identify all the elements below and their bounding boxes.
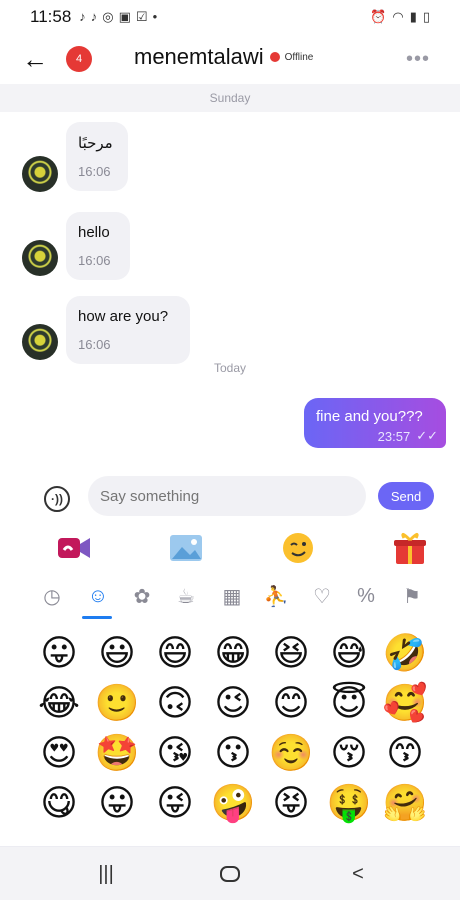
ellipsis-icon[interactable]: ••• — [406, 48, 430, 71]
recent-apps-icon[interactable]: ||| — [88, 859, 124, 889]
day-separator-sunday: Sunday — [209, 91, 251, 105]
avatar[interactable] — [22, 240, 58, 276]
message-bubble-incoming[interactable]: hello 16:06 — [66, 212, 130, 280]
day-separator-today: Today — [213, 361, 247, 375]
message-input[interactable] — [88, 476, 366, 516]
emoji-row: 😂 🙂 🙃 😉 😊 😇 🥰 — [0, 680, 460, 730]
emoji-key[interactable]: 😊 — [268, 680, 314, 726]
alarm-icon: ⏰ — [370, 9, 387, 24]
emoji-key[interactable]: 😋 — [36, 780, 82, 826]
home-icon[interactable] — [212, 859, 248, 889]
symbols-icon[interactable]: % — [352, 582, 380, 610]
emoji-category-bar: ◷ ☺ ✿ ☕ ▦ ⛹ ♡ % ⚑ — [0, 572, 460, 619]
gift-icon[interactable] — [390, 528, 430, 568]
contact-name: menemtalawi — [134, 44, 264, 69]
message-bubble-incoming[interactable]: مرحبًا 16:06 — [66, 122, 128, 191]
emoji-key[interactable]: 😂 — [36, 680, 82, 726]
gallery-icon: ▣ — [118, 9, 131, 24]
arrow-left-icon[interactable]: ← — [22, 44, 52, 75]
emoji-key[interactable]: 😛 — [36, 630, 82, 676]
message-time: 16:06 — [78, 164, 111, 179]
notification-icons: ♪ ♪ ◎ ▣ ☑ • — [79, 9, 157, 25]
food-icon[interactable]: ☕ — [172, 582, 200, 610]
emoji-grid[interactable]: 😛 😃 😄 😁 😆 😅 🤣 😂 🙂 🙃 😉 😊 😇 🥰 😍 🤩 😘 😗 ☺️ 😚… — [0, 630, 460, 840]
message-time: 16:06 — [78, 337, 111, 352]
emoji-key[interactable]: ☺️ — [268, 730, 314, 776]
voice-icon[interactable]: ·)) — [44, 486, 70, 512]
building-icon[interactable]: ▦ — [218, 582, 246, 610]
message-list[interactable]: Sunday مرحبًا 16:06 hello 16:06 how are … — [0, 84, 460, 460]
flag-icon[interactable]: ⚑ — [398, 582, 426, 610]
video-call-icon[interactable] — [54, 528, 94, 568]
recent-icon[interactable]: ◷ — [38, 582, 66, 610]
emoji-row: 😛 😃 😄 😁 😆 😅 🤣 — [0, 630, 460, 680]
emoji-key[interactable]: 🙃 — [152, 680, 198, 726]
wifi-icon: ◠ — [392, 9, 404, 24]
emoji-key[interactable]: 😃 — [94, 630, 140, 676]
emoji-key[interactable]: 😉 — [210, 680, 256, 726]
image-icon[interactable] — [166, 528, 206, 568]
emoji-key[interactable]: 😇 — [326, 680, 372, 726]
instagram-icon: ◎ — [102, 9, 114, 24]
system-nav-bar: ||| < — [0, 846, 460, 900]
message-bubble-outgoing[interactable]: fine and you??? 23:57 ✓✓ — [304, 398, 446, 448]
attachment-toolbar — [0, 528, 460, 568]
battery-icon: ▯ — [422, 9, 430, 24]
offline-dot-icon — [269, 52, 280, 62]
tiktok-icon: ♪ — [90, 9, 98, 24]
emoji-icon[interactable] — [278, 528, 318, 568]
status-time: 11:58 — [30, 7, 72, 26]
double-check-icon: ✓✓ — [416, 428, 438, 443]
emoji-key[interactable]: 😄 — [152, 630, 198, 676]
message-text: مرحبًا — [78, 135, 113, 152]
activity-icon[interactable]: ⛹ — [262, 582, 290, 610]
status-bar: 11:58 ♪ ♪ ◎ ▣ ☑ • ⏰ ◠ ▮ ▯ — [0, 0, 460, 34]
contact-info[interactable]: menemtalawi Offline — [134, 44, 313, 70]
signal-icon: ▮ — [409, 9, 417, 24]
message-time: 23:57 — [377, 428, 411, 444]
emoji-key[interactable]: 🙂 — [94, 680, 140, 726]
composer: ·)) Send ◷ ☺ ✿ ☕ ▦ ⛹ ♡ % ⚑ — [0, 460, 460, 630]
emoji-key[interactable]: 😍 — [36, 730, 82, 776]
message-time: 16:06 — [78, 253, 111, 268]
emoji-row: 😍 🤩 😘 😗 ☺️ 😚 😙 — [0, 730, 460, 780]
message-text: fine and you??? — [316, 408, 423, 425]
emoji-key[interactable]: 😁 — [210, 630, 256, 676]
emoji-key[interactable]: 🥰 — [382, 680, 428, 726]
send-button[interactable]: Send — [378, 482, 434, 510]
system-icons: ⏰ ◠ ▮ ▯ — [370, 9, 430, 25]
emoji-key[interactable]: 🤗 — [382, 780, 428, 826]
emoji-key[interactable]: 😆 — [268, 630, 314, 676]
smiley-icon[interactable]: ☺ — [84, 582, 112, 610]
emoji-key[interactable]: 😘 — [152, 730, 198, 776]
message-bubble-incoming[interactable]: how are you? 16:06 — [66, 296, 190, 364]
emoji-key[interactable]: 😙 — [382, 730, 428, 776]
message-text: how are you? — [78, 308, 169, 325]
emoji-key[interactable]: 😗 — [210, 730, 256, 776]
paw-icon[interactable]: ✿ — [128, 582, 156, 610]
message-text: hello — [78, 224, 110, 241]
emoji-key[interactable]: 😚 — [326, 730, 372, 776]
dot-icon: • — [152, 9, 158, 24]
back-icon[interactable]: < — [340, 859, 376, 889]
emoji-row: 😋 😛 😜 🤪 😝 🤑 🤗 — [0, 780, 460, 830]
checkbox-icon: ☑ — [135, 9, 148, 24]
emoji-key[interactable]: 🤪 — [210, 780, 256, 826]
emoji-key[interactable]: 🤣 — [382, 630, 428, 676]
emoji-key[interactable]: 😅 — [326, 630, 372, 676]
emoji-key[interactable]: 🤩 — [94, 730, 140, 776]
avatar[interactable] — [22, 324, 58, 360]
emoji-key[interactable]: 😜 — [152, 780, 198, 826]
emoji-key[interactable]: 🤑 — [326, 780, 372, 826]
emoji-key[interactable]: 😛 — [94, 780, 140, 826]
lightbulb-icon[interactable]: ♡ — [308, 582, 336, 610]
emoji-key[interactable]: 😝 — [268, 780, 314, 826]
category-indicator — [82, 616, 112, 619]
tiktok-icon: ♪ — [79, 9, 86, 24]
chat-header: ← 4 menemtalawi Offline ••• — [0, 34, 460, 84]
unread-badge: 4 — [66, 46, 92, 72]
contact-status: Offline — [284, 51, 314, 63]
avatar[interactable] — [22, 156, 58, 192]
